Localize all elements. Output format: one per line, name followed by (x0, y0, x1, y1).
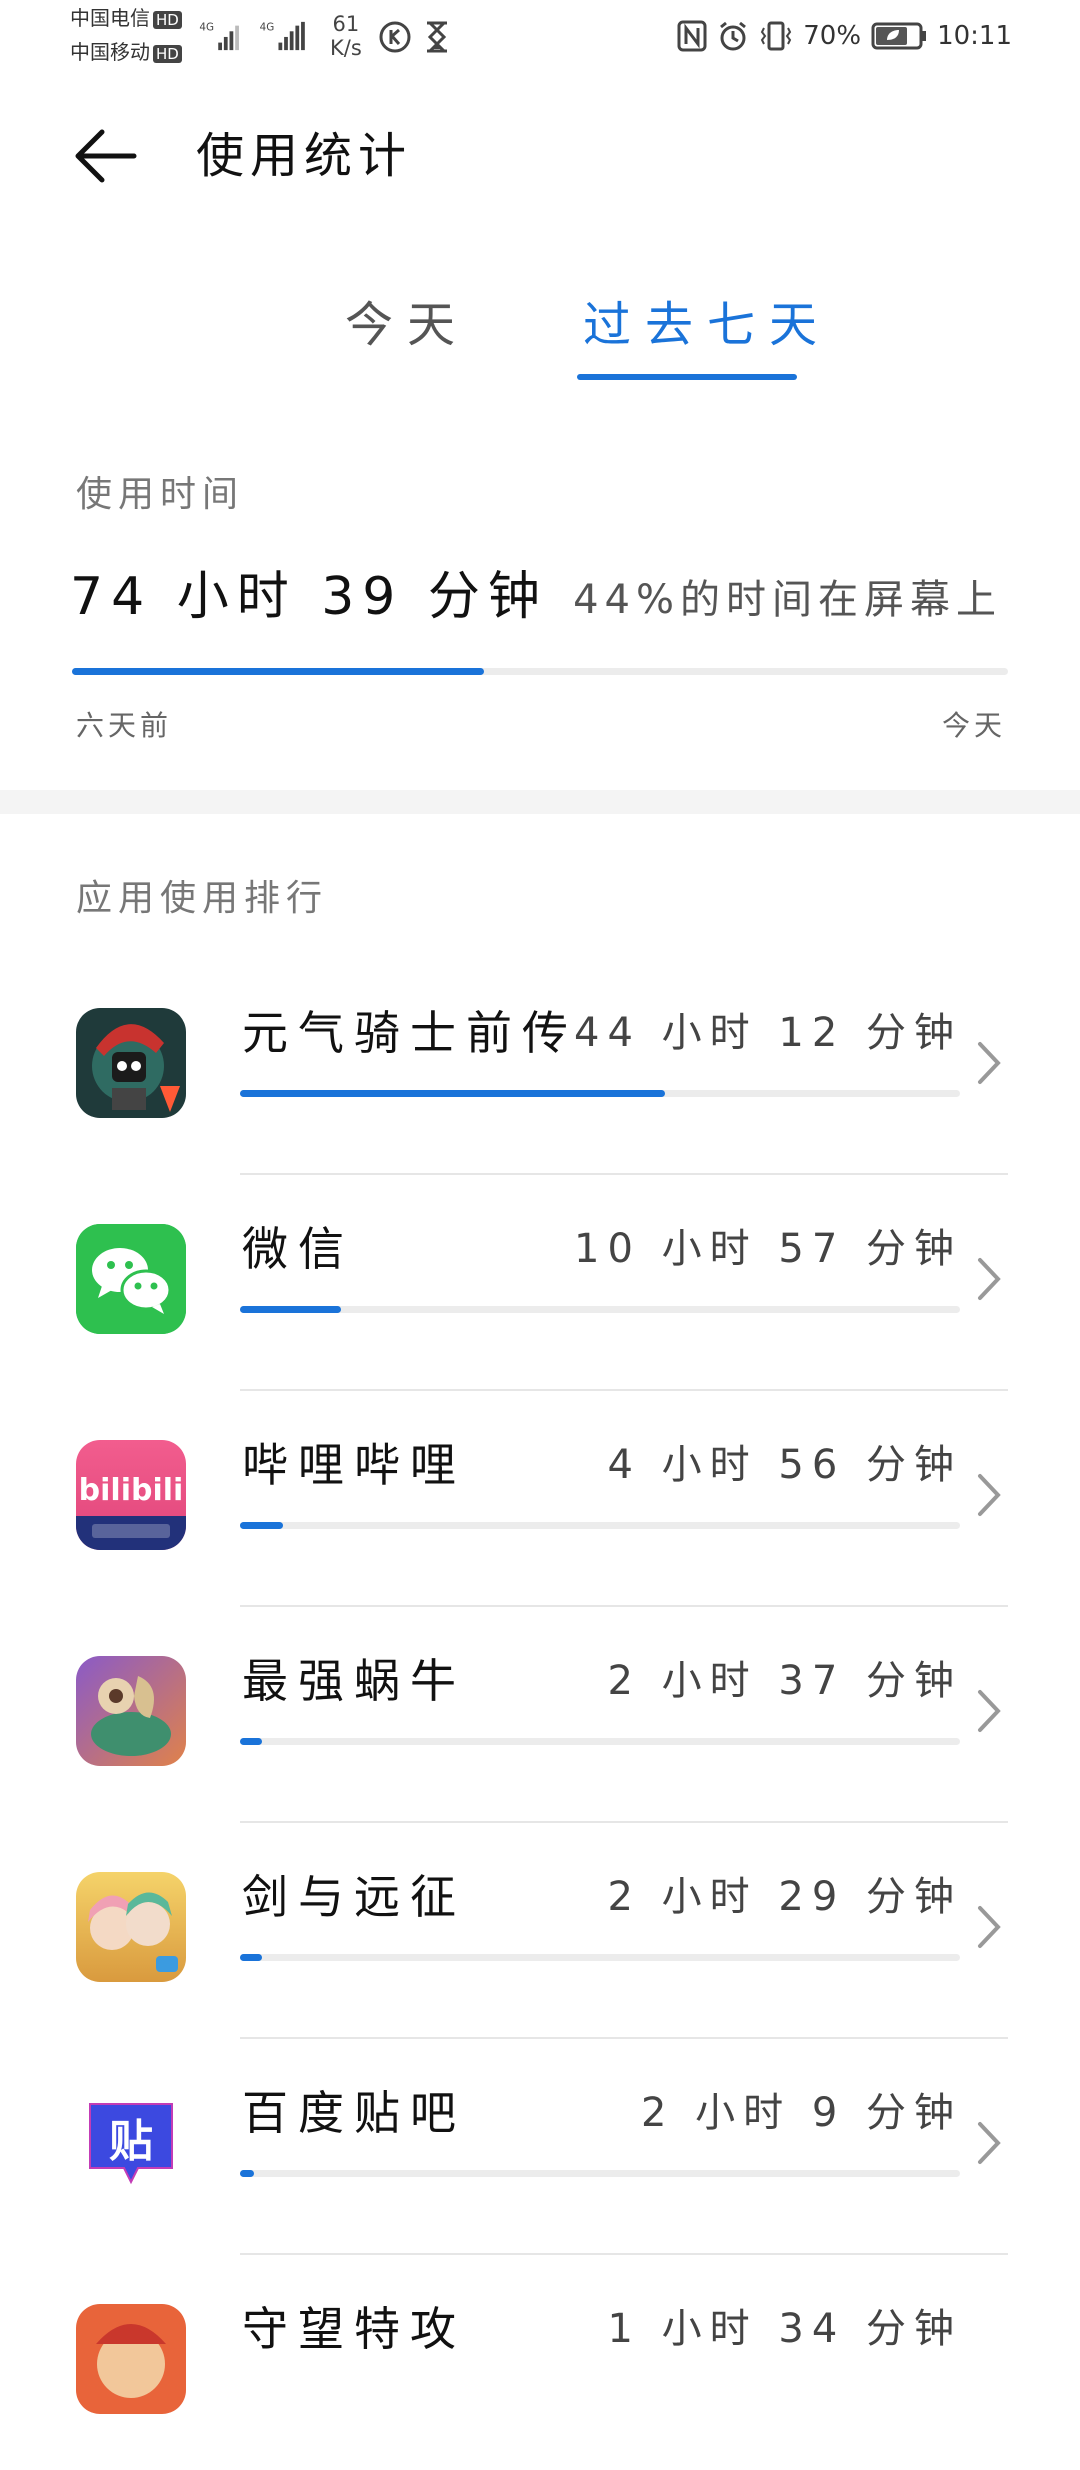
hourglass-icon (427, 21, 447, 53)
axis-start-label: 六天前 (76, 709, 173, 742)
svg-text:bilibili: bilibili (79, 1473, 184, 1508)
battery-icon (871, 22, 927, 50)
chevron-right-icon (978, 2122, 1001, 2164)
tab-indicator (577, 374, 797, 380)
axis-end-label: 今天 (941, 709, 1006, 742)
app-usage-time: 44 小时 12 分钟 (574, 1010, 962, 1056)
k-circle-icon (379, 21, 411, 53)
ranking-title: 应用使用排行 (76, 878, 329, 919)
wechat-icon (76, 1224, 186, 1334)
app-usage-progress (240, 1090, 960, 1097)
chevron-right-icon (978, 1906, 1001, 1948)
app-usage-progress (240, 1522, 960, 1529)
app-row-afk-arena[interactable]: 剑与远征 2 小时 29 分钟 (0, 1822, 1080, 2039)
net-speed-unit: K/s (330, 36, 362, 60)
bilibili-icon: bilibili (76, 1440, 186, 1550)
app-row-wechat[interactable]: 微信 10 小时 57 分钟 (0, 1174, 1080, 1391)
section-divider (0, 790, 1080, 814)
status-bar-right: 70% 10:11 (677, 14, 1012, 58)
signal-icon-1: 4G (199, 21, 239, 51)
super-snail-icon (76, 1656, 186, 1766)
total-usage-progress-fill (72, 668, 484, 675)
app-row-baidu-tieba[interactable]: 贴 百度贴吧 2 小时 9 分钟 (0, 2038, 1080, 2255)
app-name: 微信 (242, 1222, 354, 1276)
app-usage-progress-fill (240, 1090, 665, 1097)
page-title: 使用统计 (196, 128, 413, 184)
usage-time-label: 使用时间 (76, 474, 245, 515)
baidu-tieba-icon: 贴 (76, 2088, 186, 2198)
app-row-partial[interactable]: 守望特攻 1 小时 34 分钟 (0, 2254, 1080, 2470)
carrier-1: 中国电信 HD (70, 6, 182, 30)
svg-text:4G: 4G (199, 21, 214, 33)
signal-icon-2: 4G (260, 21, 305, 51)
battery-percent: 70% (803, 21, 862, 51)
app-usage-progress-fill (240, 1738, 262, 1745)
chevron-right-icon (978, 1690, 1001, 1732)
app-name: 最强蜗牛 (242, 1654, 466, 1708)
carrier-2: 中国移动 HD (70, 40, 182, 64)
app-usage-progress-fill (240, 1954, 262, 1961)
nfc-icon (677, 20, 707, 52)
chevron-right-icon (978, 1258, 1001, 1300)
app-name: 哔哩哔哩 (242, 1438, 466, 1492)
app-usage-time: 2 小时 29 分钟 (607, 1874, 962, 1920)
back-arrow-icon[interactable] (72, 122, 140, 190)
carrier-2-name: 中国移动 (70, 40, 150, 64)
app-row-super-snail[interactable]: 最强蜗牛 2 小时 37 分钟 (0, 1606, 1080, 1823)
app-name: 剑与远征 (242, 1870, 466, 1924)
screen-time-percent: 44%的时间在屏幕上 (573, 577, 1002, 623)
total-usage-time: 74 小时 39 分钟 (70, 567, 548, 627)
app-usage-progress-fill (240, 1306, 341, 1313)
svg-text:贴: 贴 (109, 2116, 153, 2167)
tab-today[interactable]: 今天 (345, 290, 469, 360)
hd-badge-2: HD (153, 45, 182, 63)
status-bar: 中国电信 HD 中国移动 HD 4G 4G 61 K/s 70% 10:11 (0, 0, 1080, 80)
chevron-right-icon (978, 1042, 1001, 1084)
app-name: 百度贴吧 (242, 2086, 466, 2140)
app-usage-progress (240, 1738, 960, 1745)
svg-text:4G: 4G (260, 21, 275, 33)
vibrate-icon (761, 21, 792, 51)
net-speed: 61 K/s (330, 12, 362, 60)
app-usage-progress-fill (240, 1522, 284, 1529)
app-usage-time: 10 小时 57 分钟 (574, 1226, 962, 1272)
afk-arena-icon (76, 1872, 186, 1982)
app-usage-progress-fill (240, 2170, 255, 2177)
app-name: 守望特攻 (242, 2302, 466, 2356)
app-usage-progress (240, 1306, 960, 1313)
chevron-right-icon (978, 1474, 1001, 1516)
app-usage-time: 1 小时 34 分钟 (607, 2306, 962, 2352)
app-usage-time: 4 小时 56 分钟 (607, 1442, 962, 1488)
app-usage-progress (240, 1954, 960, 1961)
carrier-1-name: 中国电信 (70, 6, 150, 30)
tab-past-seven-days[interactable]: 过去七天 (583, 290, 831, 360)
soul-knight-prequel-icon (76, 1008, 186, 1118)
app-usage-progress (240, 2170, 960, 2177)
app-row-bilibili[interactable]: bilibili 哔哩哔哩 4 小时 56 分钟 (0, 1390, 1080, 1607)
total-usage-progress (72, 668, 1008, 675)
game-icon (76, 2304, 186, 2414)
net-speed-value: 61 (332, 12, 360, 36)
app-usage-time: 2 小时 37 分钟 (607, 1658, 962, 1704)
clock: 10:11 (937, 21, 1012, 51)
app-name: 元气骑士前传 (242, 1006, 578, 1060)
hd-badge: HD (153, 11, 182, 29)
app-row-soul-knight-prequel[interactable]: 元气骑士前传 44 小时 12 分钟 (0, 958, 1080, 1175)
alarm-icon (720, 21, 747, 51)
app-usage-time: 2 小时 9 分钟 (640, 2090, 962, 2136)
